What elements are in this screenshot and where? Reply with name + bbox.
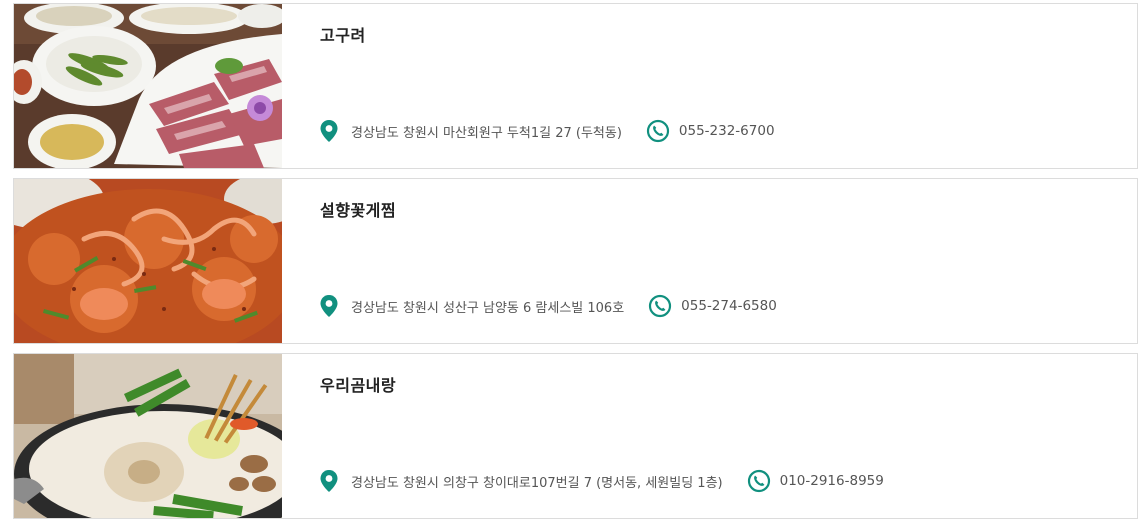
restaurant-photo[interactable] [14,179,282,343]
restaurant-photo[interactable] [14,354,282,518]
phone-icon [646,119,670,143]
restaurant-address: 경상남도 창원시 의창구 창이대로107번길 7 (명서동, 세원빌딩 1층) [351,475,723,491]
location-pin-icon [320,470,338,492]
restaurant-name[interactable]: 고구려 [320,22,366,46]
restaurant-address: 경상남도 창원시 마산회원구 두척1길 27 (두척동) [351,125,622,141]
location-pin-icon [320,295,338,317]
grilled-beef-photo [14,4,282,168]
beef-hotpot-photo [14,354,282,518]
restaurant-card[interactable]: 우리곰내랑 경상남도 창원시 의창구 창이대로107번길 7 (명서동, 세원빌… [13,353,1138,519]
restaurant-card[interactable]: 고구려 경상남도 창원시 마산회원구 두척1길 27 (두척동) 055-232… [13,3,1138,169]
location-pin-icon [320,120,338,142]
restaurant-phone[interactable]: 055-274-6580 [681,298,777,314]
restaurant-info: 경상남도 창원시 마산회원구 두척1길 27 (두척동) 055-232-670… [319,119,775,143]
restaurant-list: 고구려 경상남도 창원시 마산회원구 두척1길 27 (두척동) 055-232… [13,3,1138,528]
phone-icon [649,294,672,318]
braised-crab-photo [14,179,282,343]
restaurant-info: 경상남도 창원시 의창구 창이대로107번길 7 (명서동, 세원빌딩 1층) … [319,469,884,493]
restaurant-phone[interactable]: 055-232-6700 [679,123,775,139]
restaurant-photo[interactable] [14,4,282,168]
restaurant-card[interactable]: 설향꽃게찜 경상남도 창원시 성산구 남양동 6 람세스빌 106호 055-2… [13,178,1138,344]
phone-icon [747,469,770,493]
restaurant-name[interactable]: 설향꽃게찜 [320,197,396,221]
restaurant-address: 경상남도 창원시 성산구 남양동 6 람세스빌 106호 [351,300,625,316]
restaurant-info: 경상남도 창원시 성산구 남양동 6 람세스빌 106호 055-274-658… [319,294,777,318]
restaurant-phone[interactable]: 010-2916-8959 [780,473,884,489]
restaurant-name[interactable]: 우리곰내랑 [320,372,396,396]
